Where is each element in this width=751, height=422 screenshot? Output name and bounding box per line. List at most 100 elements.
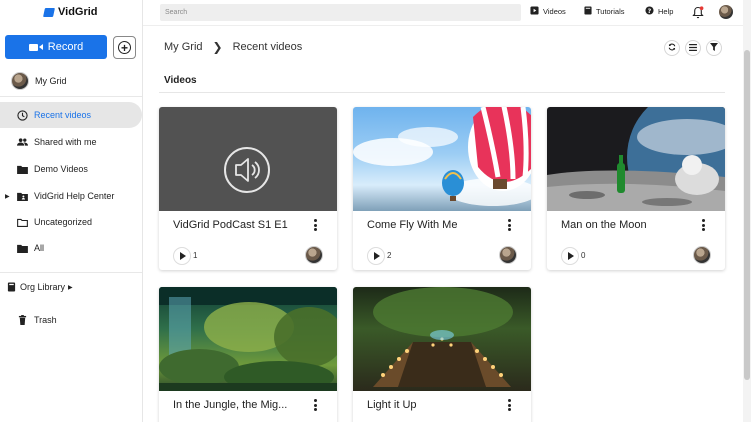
top-bar: Search Videos Tutorials ? Help <box>143 0 743 26</box>
jungle-image <box>159 287 337 391</box>
nav-videos-link[interactable]: Videos <box>530 6 566 17</box>
view-count: 2 <box>387 251 392 260</box>
sidebar-item-label: All <box>34 243 45 253</box>
camera-icon <box>28 43 43 51</box>
notification-bell-icon[interactable] <box>692 6 704 19</box>
nav-tutorials-link[interactable]: Tutorials <box>584 6 624 17</box>
list-view-button[interactable] <box>685 40 701 56</box>
sidebar-item-label: Shared with me <box>34 137 97 147</box>
video-card[interactable]: Light it Up <box>353 287 531 422</box>
video-title[interactable]: Light it Up <box>367 399 497 411</box>
sidebar-item-demo-videos[interactable]: Demo Videos <box>0 156 142 182</box>
video-card[interactable]: Man on the Moon 0 <box>547 107 725 270</box>
view-count: 1 <box>193 251 198 260</box>
video-thumbnail[interactable] <box>159 107 337 211</box>
more-options-icon[interactable] <box>313 219 317 231</box>
sidebar-item-label: Recent videos <box>34 110 92 120</box>
plus-circle-icon: + <box>118 41 131 54</box>
video-card[interactable]: In the Jungle, the Mig... <box>159 287 337 422</box>
sidebar: VidGrid Record + My Grid Recent videos S… <box>0 0 143 422</box>
shared-folder-icon <box>17 191 28 202</box>
sidebar-item-trash[interactable]: Trash <box>0 307 142 333</box>
my-grid-label: My Grid <box>35 76 67 86</box>
video-thumbnail[interactable] <box>159 287 337 391</box>
sidebar-item-recent-videos[interactable]: Recent videos <box>0 102 142 128</box>
divider <box>0 96 142 97</box>
scrollbar[interactable] <box>743 0 751 422</box>
sidebar-item-label: Trash <box>34 315 57 325</box>
video-card[interactable]: VidGrid PodCast S1 E1 1 <box>159 107 337 270</box>
more-options-icon[interactable] <box>507 399 511 411</box>
avatar <box>693 246 711 264</box>
user-avatar[interactable] <box>719 5 733 19</box>
scrollbar-thumb[interactable] <box>744 50 750 380</box>
video-thumbnail[interactable] <box>353 107 531 211</box>
logo-text: VidGrid <box>58 6 98 18</box>
breadcrumb-my-grid[interactable]: My Grid <box>164 41 203 53</box>
video-title[interactable]: Come Fly With Me <box>367 219 497 231</box>
folder-icon <box>17 164 28 175</box>
expand-caret-icon[interactable]: ▶ <box>5 193 10 200</box>
play-icon[interactable] <box>173 247 191 265</box>
audio-speaker-icon <box>224 147 270 193</box>
more-options-icon[interactable] <box>507 219 511 231</box>
moon-landscape-image <box>547 107 725 211</box>
library-icon <box>6 282 17 293</box>
divider <box>0 272 142 273</box>
hot-air-balloon-image <box>353 107 531 206</box>
sidebar-item-label: Uncategorized <box>34 217 93 227</box>
folder-icon <box>17 243 28 254</box>
nav-tutorials-label: Tutorials <box>596 7 625 16</box>
lit-stairway-image <box>373 287 513 387</box>
nav-videos-label: Videos <box>543 7 566 16</box>
video-thumbnail[interactable] <box>547 107 725 211</box>
clock-icon <box>17 109 28 121</box>
sidebar-item-label: VidGrid Help Center <box>34 191 115 201</box>
play-icon[interactable] <box>367 247 385 265</box>
refresh-button[interactable] <box>664 40 680 56</box>
logo[interactable]: VidGrid <box>43 5 98 19</box>
breadcrumb-recent-videos: Recent videos <box>232 41 303 53</box>
search-placeholder: Search <box>165 9 188 16</box>
sidebar-item-vidgrid-help-center[interactable]: ▶ VidGrid Help Center <box>0 183 142 209</box>
video-icon <box>530 6 539 17</box>
section-title: Videos <box>164 75 197 86</box>
sidebar-item-all[interactable]: All <box>0 235 142 261</box>
help-icon: ? <box>645 6 654 17</box>
people-icon <box>17 137 28 148</box>
more-options-icon[interactable] <box>701 219 705 231</box>
filter-button[interactable] <box>706 40 722 56</box>
video-thumbnail[interactable] <box>353 287 531 391</box>
sidebar-item-label: Org Library <box>20 282 66 292</box>
nav-help-label: Help <box>658 7 674 16</box>
play-icon[interactable] <box>561 247 579 265</box>
filter-icon <box>710 43 718 53</box>
video-title[interactable]: Man on the Moon <box>561 219 691 231</box>
expand-caret-icon: ▶ <box>68 284 73 291</box>
trash-icon <box>17 315 28 326</box>
add-button[interactable]: + <box>113 36 136 59</box>
list-icon <box>689 43 697 53</box>
sidebar-item-shared-with-me[interactable]: Shared with me <box>0 129 142 155</box>
sidebar-item-label: Demo Videos <box>34 164 88 174</box>
app-root: VidGrid Record + My Grid Recent videos S… <box>0 0 751 422</box>
refresh-icon <box>668 43 676 53</box>
book-icon <box>584 6 592 17</box>
nav-help-link[interactable]: ? Help <box>645 6 673 17</box>
video-title[interactable]: VidGrid PodCast S1 E1 <box>173 219 303 231</box>
record-button-label: Record <box>47 41 84 53</box>
my-grid-link[interactable]: My Grid <box>11 72 67 90</box>
avatar <box>305 246 323 264</box>
more-options-icon[interactable] <box>313 399 317 411</box>
view-count: 0 <box>581 251 586 260</box>
sidebar-item-uncategorized[interactable]: Uncategorized <box>0 209 142 235</box>
search-input[interactable]: Search <box>160 4 521 21</box>
record-button[interactable]: Record <box>5 35 107 59</box>
sidebar-item-org-library[interactable]: Org Library ▶ <box>0 274 142 300</box>
video-card[interactable]: Come Fly With Me 2 <box>353 107 531 270</box>
folder-outline-icon <box>17 217 28 228</box>
video-title[interactable]: In the Jungle, the Mig... <box>173 399 303 411</box>
section-divider <box>159 92 725 93</box>
chevron-right-icon: ❯ <box>212 40 223 54</box>
svg-text:?: ? <box>648 8 652 15</box>
